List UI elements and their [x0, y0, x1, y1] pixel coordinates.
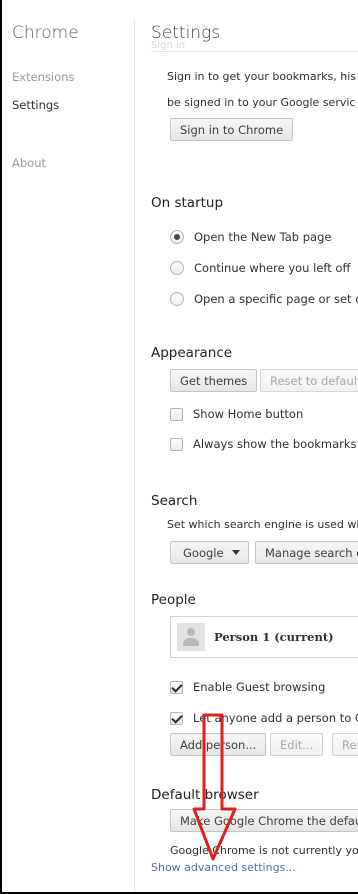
people-heading: People — [151, 592, 196, 608]
sidebar-item-settings[interactable]: Settings — [12, 98, 59, 112]
startup-option-new-tab[interactable]: Open the New Tab page — [170, 230, 331, 244]
settings-window: Chrome Extensions Settings About Setting… — [0, 0, 358, 894]
person-name: Person 1 (current) — [214, 630, 334, 644]
dropdown-caret-icon — [231, 550, 240, 555]
startup-option-continue[interactable]: Continue where you left off — [170, 261, 350, 275]
search-heading: Search — [151, 493, 198, 509]
scrolled-section-ghost: Sign in — [151, 40, 186, 51]
red-arrow-annotation-icon — [192, 713, 237, 861]
search-description: Set which search engine is used wl — [167, 518, 358, 531]
avatar-head-icon — [187, 628, 195, 636]
sidebar-item-about[interactable]: About — [12, 156, 46, 170]
edit-person-button[interactable]: Edit... — [270, 733, 324, 756]
header-rule — [151, 51, 358, 52]
avatar-body-icon — [183, 638, 199, 646]
checkbox-icon[interactable] — [170, 407, 183, 421]
guest-browsing-label: Enable Guest browsing — [193, 680, 326, 694]
show-bookmarks-label: Always show the bookmarks b — [193, 437, 358, 451]
show-home-option[interactable]: Show Home button — [170, 407, 303, 421]
radio-icon[interactable] — [170, 292, 184, 306]
get-themes-button[interactable]: Get themes — [170, 369, 258, 392]
checkbox-checked-icon[interactable] — [170, 680, 183, 694]
show-home-label: Show Home button — [193, 407, 304, 421]
reset-theme-button[interactable]: Reset to default — [260, 369, 358, 392]
search-engine-value: Google — [183, 545, 224, 560]
sidebar-title: Chrome — [12, 23, 79, 43]
show-bookmarks-option[interactable]: Always show the bookmarks b — [170, 437, 358, 451]
on-startup-heading: On startup — [151, 195, 224, 211]
startup-option-label: Open the New Tab page — [194, 230, 332, 244]
sign-in-button[interactable]: Sign in to Chrome — [170, 118, 294, 141]
sign-in-description-line1: Sign in to get your bookmarks, his — [167, 70, 356, 83]
people-list[interactable]: Person 1 (current) — [170, 616, 358, 658]
sidebar-divider — [134, 18, 135, 892]
checkbox-icon[interactable] — [170, 437, 183, 451]
radio-selected-icon[interactable] — [170, 230, 184, 244]
search-engine-select[interactable]: Google — [170, 541, 249, 564]
avatar — [177, 623, 205, 651]
sign-in-description-line2: be signed in to your Google servic — [167, 96, 356, 109]
manage-search-engines-button[interactable]: Manage search e — [255, 541, 358, 564]
remove-person-button[interactable]: Ren — [332, 733, 358, 756]
startup-option-label: Open a specific page or set of — [194, 292, 358, 306]
startup-option-label: Continue where you left off — [194, 261, 351, 275]
startup-option-specific-page[interactable]: Open a specific page or set of — [170, 292, 358, 306]
top-strip — [2, 0, 358, 18]
radio-icon[interactable] — [170, 261, 184, 275]
sidebar-item-extensions[interactable]: Extensions — [12, 70, 74, 84]
guest-browsing-option[interactable]: Enable Guest browsing — [170, 680, 325, 694]
checkbox-checked-icon[interactable] — [170, 711, 183, 725]
appearance-heading: Appearance — [151, 345, 233, 361]
